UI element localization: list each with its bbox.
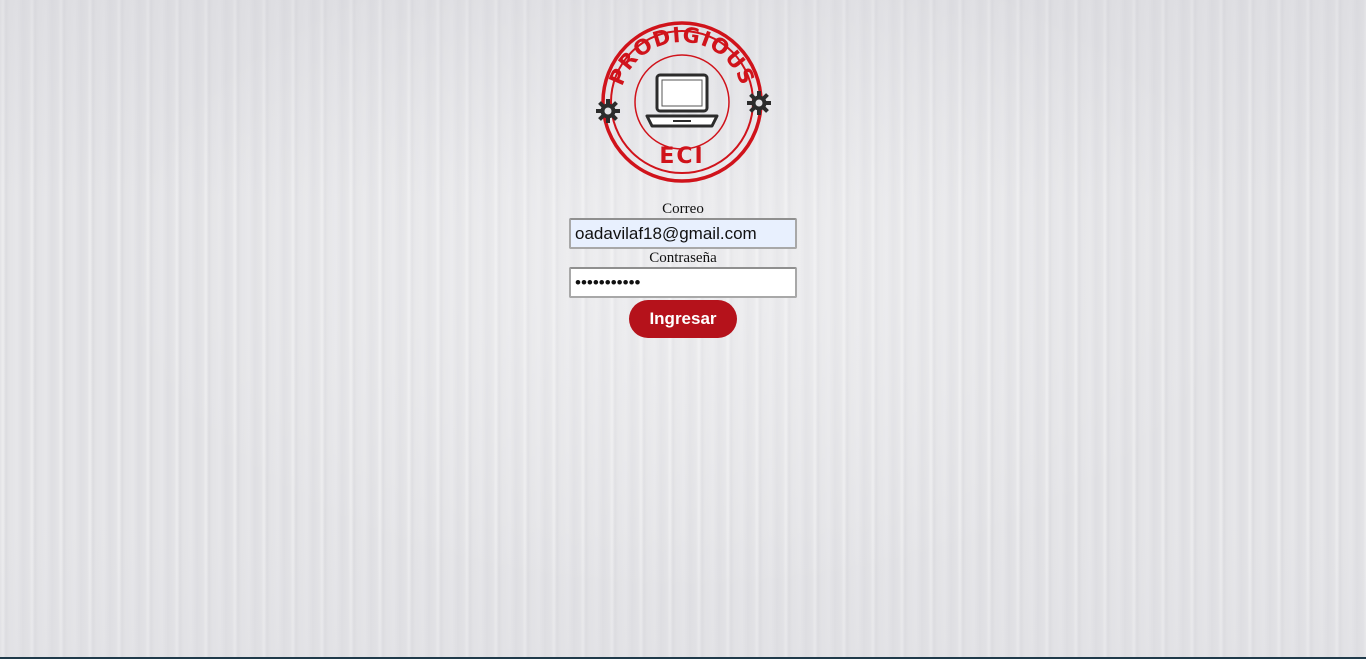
email-field[interactable] — [569, 218, 797, 249]
password-field[interactable] — [569, 267, 797, 298]
gear-icon — [596, 99, 620, 123]
email-label: Correo — [662, 201, 704, 217]
laptop-icon — [645, 73, 719, 128]
gear-icon — [747, 91, 771, 115]
prodigious-eci-logo: PRODIGIOUS ECI — [596, 21, 771, 183]
login-button[interactable]: Ingresar — [629, 300, 737, 338]
password-label: Contraseña — [649, 250, 717, 266]
login-form: Correo Contraseña Ingresar — [569, 200, 797, 338]
login-page: PRODIGIOUS ECI Correo oadavilaf18@gmail.… — [0, 0, 1366, 659]
logo-bottom-text: ECI — [659, 144, 704, 169]
